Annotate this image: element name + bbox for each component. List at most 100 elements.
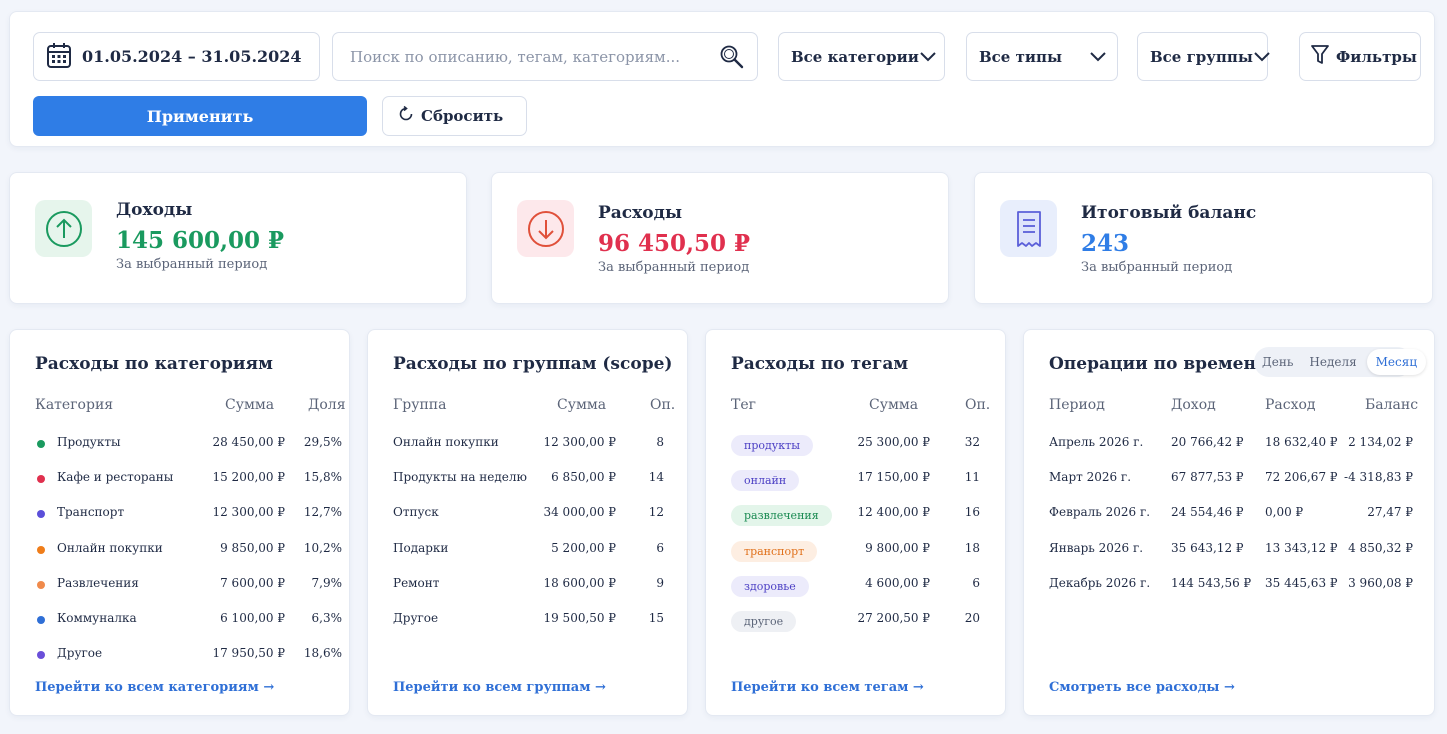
column-header: Группа — [393, 397, 447, 413]
color-dot — [37, 510, 45, 519]
group-ops: 15 — [648, 611, 664, 625]
category-name: Кафе и рестораны — [57, 470, 174, 485]
tag-chip[interactable]: транспорт — [731, 540, 818, 562]
category-sum: 28 450,00 ₽ — [212, 435, 285, 449]
table-row[interactable]: онлайн 17 150,00 ₽ 11 — [706, 468, 1005, 492]
table-row[interactable]: Другое 17 950,50 ₽ 18,6% — [10, 644, 349, 664]
column-header: Сумма — [869, 397, 919, 413]
toggle-week[interactable]: Неделя — [1301, 355, 1364, 369]
tag-ops: 11 — [964, 470, 980, 485]
tag-chip[interactable]: здоровье — [731, 575, 809, 597]
search-icon[interactable] — [719, 44, 745, 74]
period-name: Март 2026 г. — [1049, 470, 1132, 485]
table-row[interactable]: Другое 19 500,50 ₽ 15 — [368, 609, 687, 629]
groups-dropdown-label: Все группы — [1150, 47, 1253, 66]
groups-dropdown[interactable]: Все группы — [1137, 32, 1271, 81]
calendar-icon — [46, 41, 72, 73]
balance-title: Итоговый баланс — [1081, 203, 1257, 223]
column-header: Оп. — [965, 397, 991, 413]
table-row[interactable]: Кафе и рестораны 15 200,00 ₽ 15,8% — [10, 468, 349, 488]
search-input[interactable] — [350, 47, 710, 66]
group-ops: 9 — [656, 575, 664, 590]
category-share: 29,5% — [303, 435, 342, 449]
categories-panel: Расходы по категориям Категория Сумма До… — [9, 329, 350, 716]
table-row[interactable]: продукты 25 300,00 ₽ 32 — [706, 433, 1005, 456]
column-header: Баланс — [1365, 397, 1419, 413]
color-dot — [37, 651, 45, 660]
category-sum: 9 850,00 ₽ — [220, 540, 285, 555]
table-row[interactable]: Развлечения 7 600,00 ₽ 7,9% — [10, 574, 349, 594]
table-row[interactable]: Январь 2026 г. 35 643,12 ₽ 13 343,12 ₽ 4 85… — [1024, 539, 1434, 559]
tag-sum: 27 200,50 ₽ — [857, 611, 930, 625]
table-row[interactable]: развлечения 12 400,00 ₽ 16 — [706, 503, 1005, 527]
reset-button[interactable]: Сбросить — [382, 96, 527, 136]
toggle-day[interactable]: День — [1254, 355, 1301, 369]
group-ops: 6 — [656, 540, 664, 555]
table-row[interactable]: Март 2026 г. 67 877,53 ₽ 72 206,67 ₽ -4 318… — [1024, 468, 1434, 488]
category-name: Развлечения — [57, 575, 139, 590]
tag-chip[interactable]: развлечения — [731, 505, 832, 527]
category-sum: 17 950,50 ₽ — [212, 646, 285, 661]
table-row[interactable]: Декабрь 2026 г. 144 543,56 ₽ 35 445,63 ₽ 3 … — [1024, 574, 1434, 594]
toggle-month[interactable]: Месяц — [1366, 349, 1427, 375]
panel-title: Расходы по категориям — [35, 354, 273, 374]
table-row[interactable]: Продукты 28 450,00 ₽ 29,5% — [10, 433, 349, 453]
table-row[interactable]: транспорт 9 800,00 ₽ 18 — [706, 539, 1005, 562]
table-row[interactable]: Ремонт 18 600,00 ₽ 9 — [368, 574, 687, 594]
panel-title: Расходы по тегам — [731, 354, 909, 374]
period-expense: 18 632,40 ₽ — [1265, 435, 1338, 449]
panel-title: Расходы по группам (scope) — [393, 354, 673, 374]
tag-chip[interactable]: продукты — [731, 435, 813, 456]
filters-button[interactable]: Фильтры — [1299, 32, 1421, 81]
table-row[interactable]: Транспорт 12 300,00 ₽ 12,7% — [10, 503, 349, 523]
table-row[interactable]: Апрель 2026 г. 20 766,42 ₽ 18 632,40 ₽ 2 13… — [1024, 433, 1434, 453]
category-share: 15,8% — [303, 470, 342, 485]
table-row[interactable]: Продукты на неделю 6 850,00 ₽ 14 — [368, 468, 687, 488]
apply-button[interactable]: Применить — [33, 96, 367, 136]
group-name: Подарки — [393, 540, 449, 555]
color-dot — [37, 475, 45, 484]
table-row[interactable]: Коммуналка 6 100,00 ₽ 6,3% — [10, 609, 349, 629]
all-categories-link[interactable]: Перейти ко всем категориям → — [35, 680, 274, 695]
table-row[interactable]: другое 27 200,50 ₽ 20 — [706, 609, 1005, 632]
category-sum: 6 100,00 ₽ — [220, 611, 285, 625]
period-name: Январь 2026 г. — [1049, 540, 1144, 555]
table-row[interactable]: здоровье 4 600,00 ₽ 6 — [706, 574, 1005, 597]
groups-panel: Расходы по группам (scope) Группа Сумма … — [367, 329, 688, 716]
tag-sum: 12 400,00 ₽ — [857, 505, 930, 520]
tag-sum: 17 150,00 ₽ — [857, 470, 930, 485]
column-header: Категория — [35, 397, 114, 413]
receipt-icon — [1000, 200, 1057, 257]
color-dot — [37, 440, 45, 448]
period-balance: 3 960,08 ₽ — [1348, 575, 1413, 590]
column-header: Сумма — [225, 397, 275, 413]
all-expenses-link[interactable]: Смотреть все расходы → — [1049, 680, 1235, 695]
tag-sum: 4 600,00 ₽ — [865, 575, 930, 590]
period-balance: 27,47 ₽ — [1367, 505, 1413, 520]
period-expense: 0,00 ₽ — [1265, 505, 1304, 520]
tag-chip[interactable]: онлайн — [731, 470, 800, 492]
categories-dropdown[interactable]: Все категории — [778, 32, 945, 81]
table-row[interactable]: Подарки 5 200,00 ₽ 6 — [368, 539, 687, 559]
group-ops: 14 — [648, 470, 664, 485]
table-row[interactable]: Онлайн покупки 9 850,00 ₽ 10,2% — [10, 539, 349, 559]
column-header: Сумма — [557, 397, 607, 413]
group-sum: 19 500,50 ₽ — [543, 611, 616, 625]
category-share: 18,6% — [303, 646, 342, 661]
types-dropdown[interactable]: Все типы — [966, 32, 1118, 81]
all-tags-link[interactable]: Перейти ко всем тегам → — [731, 680, 924, 695]
all-groups-link[interactable]: Перейти ко всем группам → — [393, 680, 606, 695]
category-name: Коммуналка — [57, 611, 137, 625]
date-range-picker[interactable]: 01.05.2024 – 31.05.2024 — [33, 32, 320, 81]
tag-chip[interactable]: другое — [731, 611, 797, 632]
period-income: 24 554,46 ₽ — [1171, 505, 1244, 520]
table-row[interactable]: Онлайн покупки 12 300,00 ₽ 8 — [368, 433, 687, 453]
table-row[interactable]: Февраль 2026 г. 24 554,46 ₽ 0,00 ₽ 27,47 ₽ — [1024, 503, 1434, 523]
group-name: Продукты на неделю — [393, 470, 527, 485]
tags-panel: Расходы по тегам Тег Сумма Оп. продукты 2… — [705, 329, 1006, 716]
chevron-down-icon — [1253, 47, 1271, 66]
category-share: 10,2% — [303, 540, 342, 555]
balance-amount: 243 — [1081, 230, 1130, 257]
table-row[interactable]: Отпуск 34 000,00 ₽ 12 — [368, 503, 687, 523]
category-name: Продукты — [57, 435, 121, 449]
